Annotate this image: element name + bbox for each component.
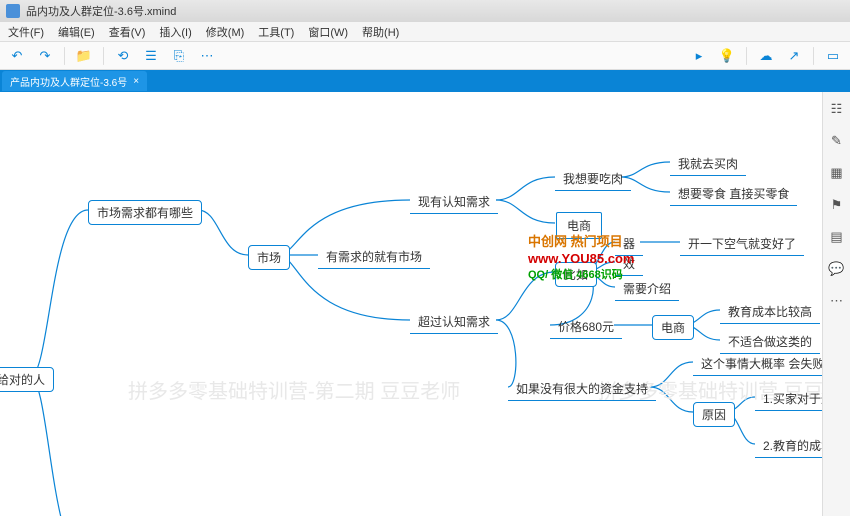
close-icon[interactable]: × [133,76,139,87]
watermark-line: 中创网 热门项目 [528,234,634,251]
mindmap-node[interactable]: 有需求的就有市场 [318,245,430,269]
list-icon[interactable]: ☰ [140,45,162,67]
mindmap-node[interactable]: 想要零食 直接买零食 [670,182,797,206]
mindmap-node[interactable]: 价格680元 [550,315,622,339]
tab-document[interactable]: 产品内功及人群定位-3.6号 × [2,71,147,91]
watermark-line: QQ/ 微信 4668识码 [528,268,634,282]
separator [813,47,814,65]
export-icon[interactable]: ⎘ [168,45,190,67]
mindmap-node[interactable]: 市场需求都有哪些 [88,200,202,225]
menu-edit[interactable]: 编辑(E) [58,24,95,40]
watermark-overlay: 中创网 热门项目 www.YOU85.com QQ/ 微信 4668识码 [528,234,634,282]
link-icon[interactable]: ⟲ [112,45,134,67]
separator [746,47,747,65]
separator [64,47,65,65]
idea-icon[interactable]: 💡 [716,45,738,67]
image-icon[interactable]: ▦ [828,164,846,182]
marker-icon[interactable]: ⚑ [828,196,846,214]
redo-icon[interactable]: ↷ [34,45,56,67]
menu-bar: 文件(F) 编辑(E) 查看(V) 插入(I) 修改(M) 工具(T) 窗口(W… [0,22,850,42]
menu-file[interactable]: 文件(F) [8,24,44,40]
tab-label: 产品内功及人群定位-3.6号 [10,74,127,89]
mindmap-node[interactable]: 教育成本比较高 [720,300,820,324]
watermark-text: 拼多多零基础特训营-第二期 豆豆老师 [120,372,468,407]
cloud-icon[interactable]: ☁ [755,45,777,67]
menu-tools[interactable]: 工具(T) [258,24,294,40]
tab-bar: 产品内功及人群定位-3.6号 × [0,70,850,92]
menu-view[interactable]: 查看(V) [109,24,146,40]
menu-help[interactable]: 帮助(H) [362,24,399,40]
mindmap-node[interactable]: 电商 [652,315,694,340]
open-icon[interactable]: 📁 [73,45,95,67]
present-icon[interactable]: ▸ [688,45,710,67]
page-icon[interactable]: ▭ [822,45,844,67]
title-bar: 品内功及人群定位-3.6号.xmind [0,0,850,22]
mindmap-node[interactable]: 超过认知需求 [410,310,498,334]
menu-modify[interactable]: 修改(M) [206,24,245,40]
more-icon[interactable]: ⋯ [196,45,218,67]
mindmap-node[interactable]: 市场 [248,245,290,270]
menu-window[interactable]: 窗口(W) [308,24,348,40]
comment-icon[interactable]: 💬 [828,260,846,278]
undo-icon[interactable]: ↶ [6,45,28,67]
mindmap-node[interactable]: 我就去买肉 [670,152,746,176]
app-icon [6,4,20,18]
outline-icon[interactable]: ☷ [828,100,846,118]
node-root[interactable]: 给对的人 [0,367,54,392]
window-title: 品内功及人群定位-3.6号.xmind [26,3,176,19]
share-icon[interactable]: ↗ [783,45,805,67]
separator [103,47,104,65]
mindmap-node[interactable]: 这个事情大概率 会失败 [693,352,832,376]
mindmap-node[interactable]: 我想要吃肉 [555,167,631,191]
watermark-line: www.YOU85.com [528,251,634,268]
mindmap-node[interactable]: 如果没有很大的资金支持 [508,377,656,401]
note-icon[interactable]: ▤ [828,228,846,246]
task-icon[interactable]: ⋯ [828,292,846,310]
format-icon[interactable]: ✎ [828,132,846,150]
toolbar: ↶ ↷ 📁 ⟲ ☰ ⎘ ⋯ ▸ 💡 ☁ ↗ ▭ [0,42,850,70]
mindmap-node[interactable]: 不适合做这类的 [720,330,820,354]
mindmap-node[interactable]: 开一下空气就变好了 [680,232,804,256]
menu-insert[interactable]: 插入(I) [159,24,191,40]
mindmap-node[interactable]: 现有认知需求 [410,190,498,214]
mindmap-canvas[interactable]: 拼多多零基础特训营-第二期 豆豆老师 拼多多零基础特训营 豆豆老师 给对的人 市… [0,92,850,516]
mindmap-node[interactable]: 原因 [693,402,735,427]
right-sidebar: ☷ ✎ ▦ ⚑ ▤ 💬 ⋯ [822,92,850,516]
